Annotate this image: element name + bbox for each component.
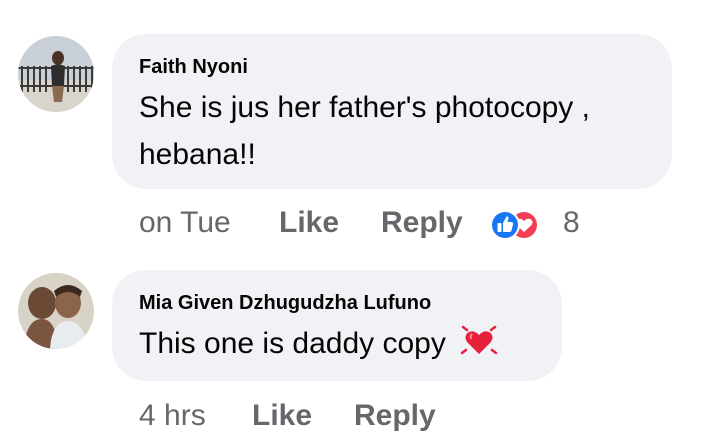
comment-timestamp[interactable]: on Tue	[139, 206, 231, 240]
like-button[interactable]: Like	[279, 206, 339, 240]
avatar[interactable]	[18, 273, 94, 349]
comment-timestamp[interactable]: 4 hrs	[139, 399, 206, 433]
comment-bubble: Faith Nyoni She is jus her father's phot…	[112, 34, 672, 189]
like-button[interactable]: Like	[252, 399, 312, 433]
beating-heart-emoji	[460, 323, 498, 361]
comment-text-content: This one is daddy copy	[139, 327, 446, 360]
comment-author[interactable]: Faith Nyoni	[139, 56, 248, 79]
comment-bubble: Mia Given Dzhugudzha Lufuno This one is …	[112, 270, 562, 381]
comment-text: hebana!!	[139, 138, 256, 171]
like-icon	[490, 210, 520, 240]
comment-text: She is jus her father's photocopy ,	[139, 91, 590, 124]
reactions-svg	[490, 210, 539, 240]
reply-button[interactable]: Reply	[381, 206, 463, 240]
reaction-icons[interactable]	[488, 207, 544, 243]
comment-text: This one is daddy copy	[139, 320, 498, 367]
avatar-photo	[18, 36, 94, 112]
comment-author[interactable]: Mia Given Dzhugudzha Lufuno	[139, 292, 431, 315]
avatar-photo	[18, 273, 94, 349]
reaction-count[interactable]: 8	[563, 206, 580, 240]
avatar[interactable]	[18, 36, 94, 112]
reply-button[interactable]: Reply	[354, 399, 436, 433]
